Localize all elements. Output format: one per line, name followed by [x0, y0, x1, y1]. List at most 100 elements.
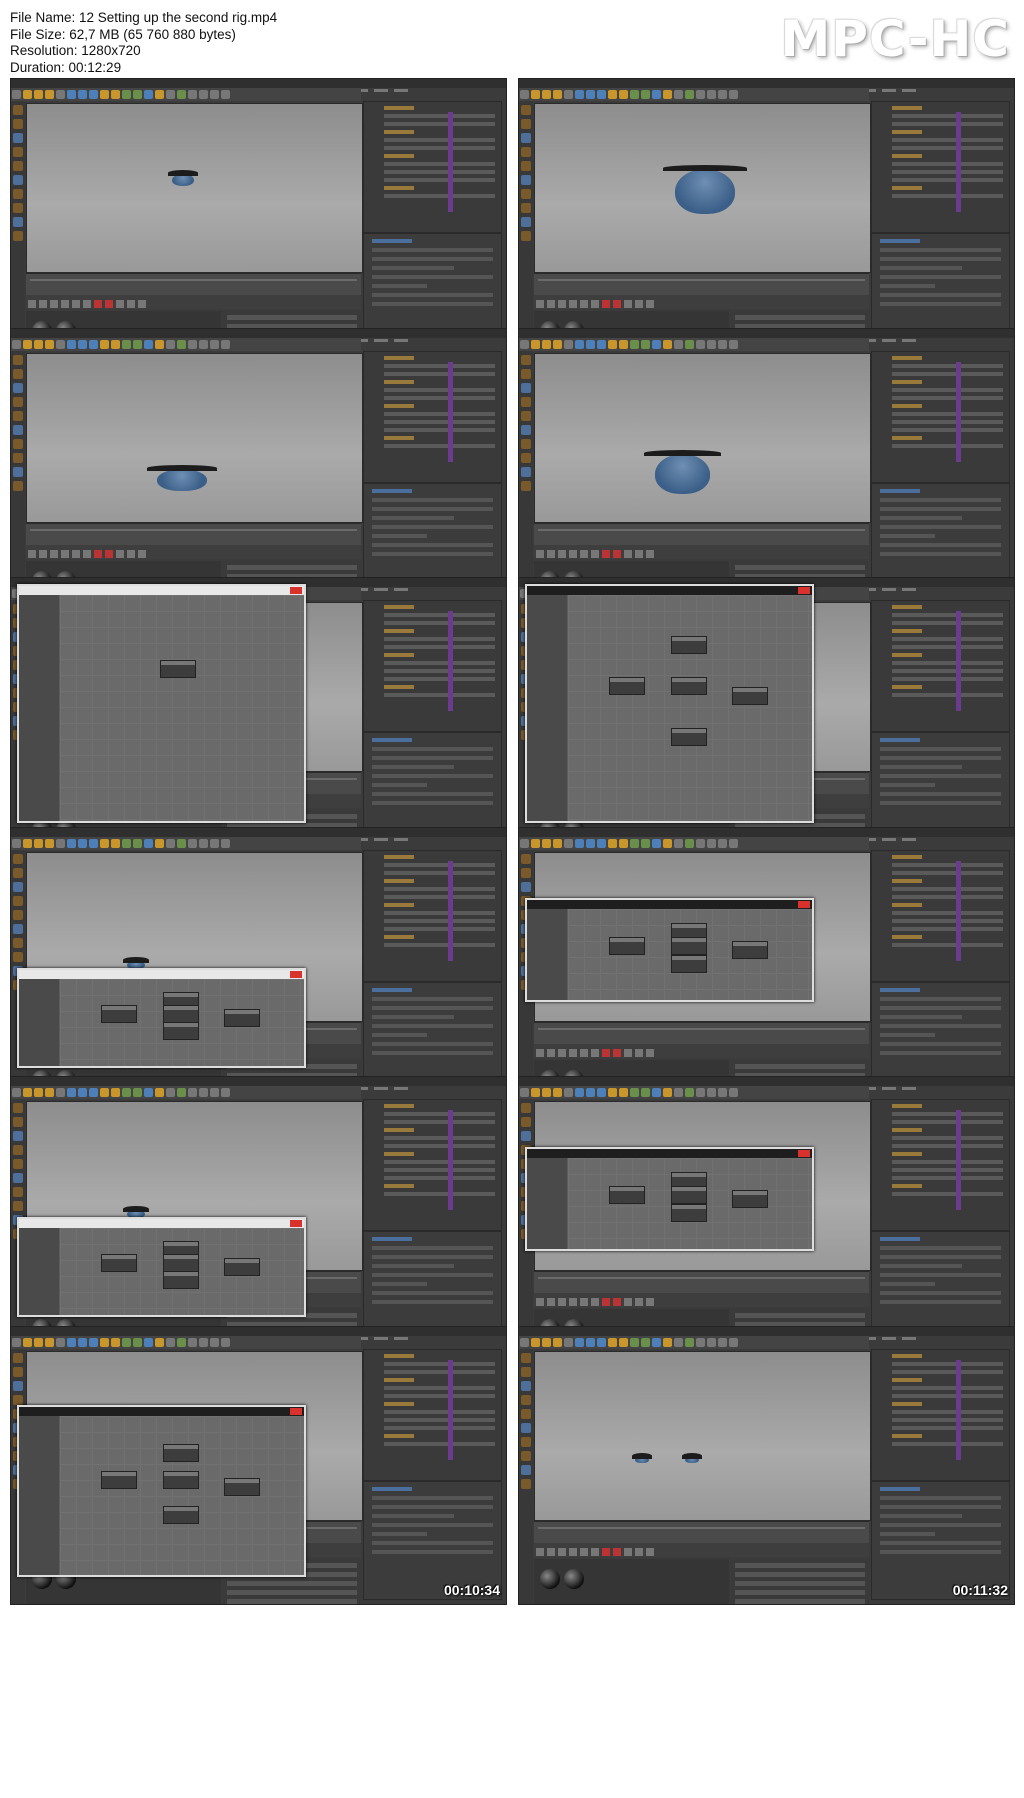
eyelash-model	[123, 1206, 149, 1212]
close-icon[interactable]	[290, 1220, 302, 1227]
xpresso-canvas	[60, 595, 304, 821]
xpresso-editor-window[interactable]	[17, 968, 306, 1068]
xpresso-node[interactable]	[671, 677, 707, 695]
video-thumbnail[interactable]: 00:04:48	[10, 577, 507, 856]
app-menubar	[519, 828, 1014, 841]
eye-model	[157, 469, 207, 491]
xpresso-canvas	[568, 1158, 812, 1249]
playback-controls	[534, 1293, 869, 1307]
app-menubar	[11, 1327, 506, 1340]
xpresso-node[interactable]	[160, 660, 196, 678]
xpresso-node[interactable]	[101, 1005, 137, 1023]
video-thumbnail[interactable]: 00:00:58	[10, 78, 507, 357]
video-thumbnail[interactable]: 00:11:32	[518, 1326, 1015, 1605]
timeline	[534, 1022, 869, 1045]
xpresso-pool	[19, 595, 59, 821]
xpresso-node[interactable]	[163, 1254, 199, 1272]
eyelash-model	[632, 1453, 652, 1459]
xpresso-node[interactable]	[163, 1444, 199, 1462]
xpresso-node[interactable]	[732, 687, 768, 705]
playback-controls	[534, 1543, 869, 1557]
file-resolution: Resolution: 1280x720	[10, 43, 141, 58]
eyelash-model	[123, 957, 149, 963]
xpresso-node[interactable]	[671, 937, 707, 955]
xpresso-node[interactable]	[163, 1471, 199, 1489]
xpresso-node[interactable]	[671, 1186, 707, 1204]
close-icon[interactable]	[290, 1408, 302, 1415]
playback-controls	[534, 295, 869, 309]
app-toolbar	[519, 1336, 869, 1349]
xpresso-node[interactable]	[224, 1009, 260, 1027]
xpresso-node[interactable]	[163, 1022, 199, 1040]
xpresso-node[interactable]	[163, 1506, 199, 1524]
app-menubar	[11, 329, 506, 342]
xpresso-editor-window[interactable]	[17, 1405, 306, 1577]
xpresso-node[interactable]	[101, 1471, 137, 1489]
xpresso-node[interactable]	[163, 1005, 199, 1023]
object-manager	[871, 351, 1010, 483]
xpresso-node[interactable]	[101, 1254, 137, 1272]
video-thumbnail[interactable]: 00:07:41	[518, 827, 1015, 1106]
eyelash-model	[147, 465, 217, 471]
video-thumbnail[interactable]: 00:06:44	[10, 827, 507, 1106]
xpresso-node[interactable]	[671, 1204, 707, 1222]
app-toolbar	[11, 1086, 361, 1099]
xpresso-node[interactable]	[224, 1478, 260, 1496]
thumbnail-timestamp: 00:10:34	[443, 1582, 500, 1598]
xpresso-editor-window[interactable]	[525, 1147, 814, 1251]
app-toolbar	[11, 88, 361, 101]
xpresso-node[interactable]	[671, 955, 707, 973]
xpresso-pool	[527, 595, 567, 821]
xpresso-node[interactable]	[732, 1190, 768, 1208]
eye-model	[655, 454, 710, 494]
close-icon[interactable]	[798, 1150, 810, 1157]
xpresso-editor-window[interactable]	[17, 584, 306, 823]
left-toolbar	[519, 1349, 533, 1604]
eyelash-model	[644, 450, 721, 456]
app-menubar	[11, 1077, 506, 1090]
xpresso-node[interactable]	[609, 677, 645, 695]
close-icon[interactable]	[290, 971, 302, 978]
xpresso-pool	[527, 909, 567, 1000]
video-thumbnail[interactable]: 00:03:51	[518, 328, 1015, 607]
video-thumbnail[interactable]: 00:08:39	[10, 1076, 507, 1355]
playback-controls	[534, 545, 869, 559]
app-menubar	[519, 79, 1014, 92]
xpresso-node[interactable]	[732, 941, 768, 959]
close-icon[interactable]	[290, 587, 302, 594]
close-icon[interactable]	[798, 901, 810, 908]
app-toolbar	[519, 338, 869, 351]
xpresso-node[interactable]	[609, 1186, 645, 1204]
xpresso-node[interactable]	[609, 937, 645, 955]
object-manager	[363, 600, 502, 732]
eyelash-model	[682, 1453, 702, 1459]
xpresso-editor-window[interactable]	[17, 1217, 306, 1317]
video-thumbnail[interactable]: 00:09:36	[518, 1076, 1015, 1355]
xpresso-node[interactable]	[671, 728, 707, 746]
xpresso-node[interactable]	[224, 1258, 260, 1276]
close-icon[interactable]	[798, 587, 810, 594]
xpresso-node[interactable]	[163, 1271, 199, 1289]
app-toolbar	[11, 837, 361, 850]
object-manager	[363, 1099, 502, 1231]
playback-controls	[26, 545, 361, 559]
eyelash-model	[167, 170, 199, 176]
video-thumbnail[interactable]: 00:05:46	[518, 577, 1015, 856]
file-duration: Duration: 00:12:29	[10, 59, 122, 75]
object-manager	[871, 850, 1010, 982]
xpresso-editor-window[interactable]	[525, 584, 814, 823]
timeline	[534, 1271, 869, 1294]
file-info-header: File Name: 12 Setting up the second rig.…	[0, 0, 1024, 80]
timeline	[26, 273, 361, 296]
xpresso-node[interactable]	[671, 636, 707, 654]
video-thumbnail[interactable]: 00:01:55	[518, 78, 1015, 357]
video-thumbnail[interactable]: 00:02:53	[10, 328, 507, 607]
app-toolbar	[519, 88, 869, 101]
thumbnail-timestamp: 00:11:32	[952, 1582, 1008, 1598]
xpresso-editor-window[interactable]	[525, 898, 814, 1002]
timeline	[534, 1521, 869, 1544]
xpresso-canvas	[568, 909, 812, 1000]
video-thumbnail[interactable]: 00:10:34	[10, 1326, 507, 1605]
app-menubar	[11, 79, 506, 92]
object-manager	[363, 850, 502, 982]
